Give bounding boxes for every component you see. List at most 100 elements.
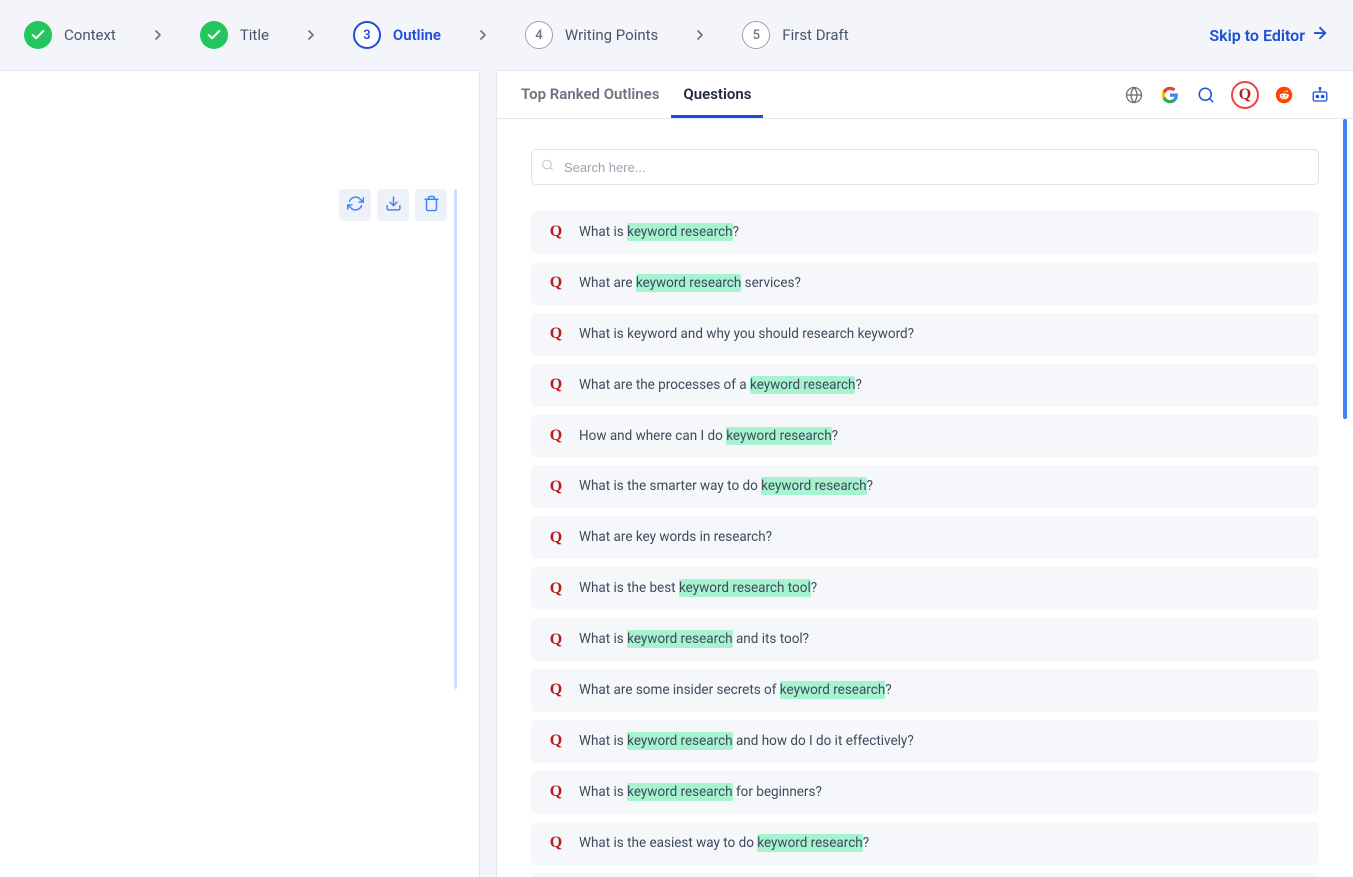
step-label: Outline: [393, 26, 441, 44]
tab-questions[interactable]: Questions: [671, 71, 763, 118]
question-text: What is keyword research and its tool?: [579, 630, 809, 649]
chevron-right-icon: [447, 27, 519, 43]
quora-badge-icon: Q: [547, 783, 565, 801]
question-text: What is the best keyword research tool?: [579, 579, 817, 598]
highlight: keyword research: [757, 834, 862, 852]
steps: Context Title 3 Outline 4 Writing Points 5 Firs…: [24, 21, 849, 49]
step-label: First Draft: [782, 26, 848, 44]
question-text: What is keyword research and how do I do…: [579, 732, 914, 751]
question-item[interactable]: Q What are key words in research?: [531, 516, 1319, 559]
search-wrap: [531, 149, 1319, 185]
question-item[interactable]: Q What is keyword research?: [531, 211, 1319, 254]
highlight: keyword research: [750, 376, 855, 394]
quora-badge-icon: Q: [547, 427, 565, 445]
globe-icon[interactable]: [1123, 84, 1145, 106]
question-item[interactable]: Q What is keyword research for beginners?: [531, 771, 1319, 814]
highlight: keyword research: [726, 427, 831, 445]
quora-badge-icon: Q: [547, 325, 565, 343]
download-button[interactable]: [377, 189, 409, 221]
question-text: How and where can I do keyword research?: [579, 427, 838, 446]
step-first-draft[interactable]: 5 First Draft: [742, 21, 848, 49]
question-text: What is keyword and why you should resea…: [579, 325, 914, 344]
search-input[interactable]: [531, 149, 1319, 185]
delete-button[interactable]: [415, 189, 447, 221]
question-list: QWhat is keyword research?QWhat are keyw…: [531, 211, 1319, 877]
tabs-row: Top Ranked OutlinesQuestions Q: [497, 71, 1353, 119]
skip-label: Skip to Editor: [1209, 26, 1305, 45]
search-icon: [541, 159, 554, 176]
content-area: QWhat is keyword research?QWhat are keyw…: [497, 119, 1353, 877]
refresh-icon: [347, 195, 364, 215]
reddit-icon[interactable]: [1273, 84, 1295, 106]
tab-top-ranked-outlines[interactable]: Top Ranked Outlines: [509, 71, 671, 118]
quora-badge-icon: Q: [547, 631, 565, 649]
step-context[interactable]: Context: [24, 21, 116, 49]
chevron-right-icon: [664, 27, 736, 43]
highlight: keyword research: [636, 274, 741, 292]
step-writing-points[interactable]: 4 Writing Points: [525, 21, 658, 49]
question-text: What are the processes of a keyword rese…: [579, 376, 862, 395]
check-icon: [24, 21, 52, 49]
bot-icon[interactable]: [1309, 84, 1331, 106]
step-label: Writing Points: [565, 26, 658, 44]
quora-badge-icon: Q: [547, 376, 565, 394]
step-label: Context: [64, 26, 116, 44]
highlight: keyword research: [627, 783, 732, 801]
highlight: keyword research: [761, 477, 866, 495]
question-item[interactable]: Q What is keyword research and how do I d…: [531, 720, 1319, 763]
left-panel: [0, 70, 480, 877]
step-outline[interactable]: 3 Outline: [353, 21, 441, 49]
quora-badge-icon: Q: [547, 529, 565, 547]
highlight: keyword research tool: [679, 579, 811, 597]
skip-to-editor-link[interactable]: Skip to Editor: [1209, 24, 1329, 46]
question-text: What is the easiest way to do keyword re…: [579, 834, 869, 853]
quora-badge-icon: Q: [547, 834, 565, 852]
question-item[interactable]: Q What is the best keyword research tool?: [531, 567, 1319, 610]
question-text: What is keyword research for beginners?: [579, 783, 822, 802]
question-item[interactable]: Q What is the easiest way to do keyword r…: [531, 822, 1319, 865]
highlight: keyword research: [780, 681, 885, 699]
quora-icon[interactable]: Q: [1231, 81, 1259, 109]
question-text: What are some insider secrets of keyword…: [579, 681, 892, 700]
step-number: 5: [742, 21, 770, 49]
highlight: keyword research: [627, 223, 732, 241]
quora-badge-icon: Q: [547, 478, 565, 496]
right-scroll-indicator: [1343, 119, 1347, 419]
download-icon: [385, 195, 402, 215]
highlight: keyword research: [627, 630, 732, 648]
question-item[interactable]: Q What is keyword and why you should rese…: [531, 313, 1319, 356]
chevron-right-icon: [275, 27, 347, 43]
quora-badge-icon: Q: [547, 732, 565, 750]
question-item[interactable]: Q What are the processes of a keyword res…: [531, 364, 1319, 407]
quora-badge-icon: Q: [547, 681, 565, 699]
tabs: Top Ranked OutlinesQuestions: [509, 71, 763, 118]
quora-badge-icon: Q: [547, 580, 565, 598]
right-panel: Top Ranked OutlinesQuestions Q: [496, 70, 1353, 877]
stepper-header: Context Title 3 Outline 4 Writing Points 5 Firs…: [0, 0, 1353, 70]
question-item[interactable]: Q What is the smarter way to do keyword r…: [531, 465, 1319, 508]
question-item[interactable]: QWhat are keyword research services?: [531, 262, 1319, 305]
left-scroll-indicator: [454, 189, 457, 689]
question-item[interactable]: QWhat is the best way to do Local Keywor…: [531, 873, 1319, 877]
step-number: 4: [525, 21, 553, 49]
question-item[interactable]: Q What are some insider secrets of keywor…: [531, 669, 1319, 712]
step-number: 3: [353, 21, 381, 49]
highlight: keyword research: [627, 732, 732, 750]
question-text: What are key words in research?: [579, 528, 772, 547]
question-item[interactable]: Q How and where can I do keyword research…: [531, 415, 1319, 458]
question-text: What is keyword research?: [579, 223, 739, 242]
source-icons: Q: [1123, 81, 1341, 109]
zoom-icon[interactable]: [1195, 84, 1217, 106]
arrow-right-icon: [1311, 24, 1329, 46]
left-toolbar: [339, 189, 447, 221]
question-item[interactable]: Q What is keyword research and its tool?: [531, 618, 1319, 661]
check-icon: [200, 21, 228, 49]
chevron-right-icon: [122, 27, 194, 43]
quora-badge-icon: Q: [547, 223, 565, 241]
refresh-button[interactable]: [339, 189, 371, 221]
google-icon[interactable]: [1159, 84, 1181, 106]
step-title[interactable]: Title: [200, 21, 269, 49]
question-text: What is the smarter way to do keyword re…: [579, 477, 873, 496]
question-text: What are keyword research services?: [579, 274, 801, 293]
trash-icon: [423, 195, 440, 215]
